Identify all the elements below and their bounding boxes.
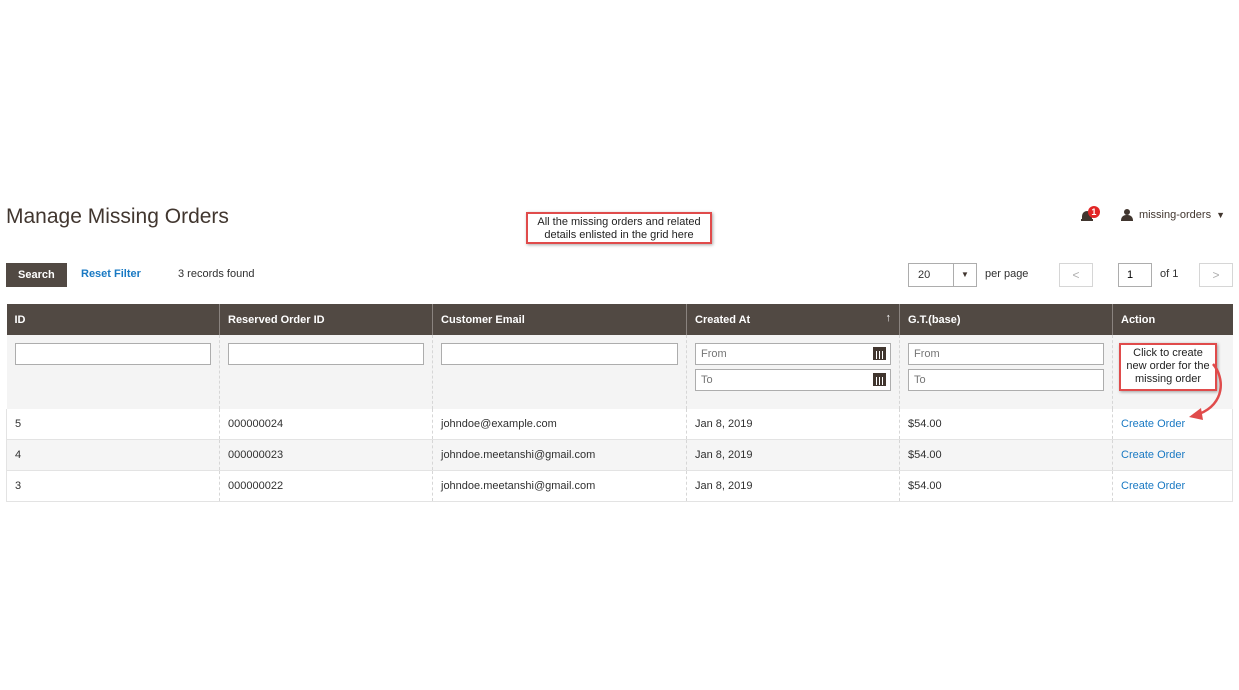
page-title: Manage Missing Orders — [6, 205, 229, 228]
column-header-created-at[interactable]: Created At ↑ — [686, 304, 900, 335]
cell-id: 4 — [6, 439, 220, 471]
created-at-to-input[interactable] — [695, 369, 891, 391]
cell-customer-email: johndoe@example.com — [432, 409, 687, 440]
page-total: of 1 — [1160, 268, 1179, 280]
cell-customer-email: johndoe.meetanshi@gmail.com — [432, 470, 687, 502]
reset-filter-link[interactable]: Reset Filter — [81, 268, 141, 280]
per-page-value: 20 — [918, 269, 931, 281]
cell-reserved-order-id: 000000024 — [219, 409, 433, 440]
id-filter-input[interactable] — [14, 343, 211, 365]
gt-base-from-input[interactable] — [908, 343, 1104, 365]
column-header-action: Action — [1112, 304, 1233, 335]
chevron-down-icon[interactable]: ▼ — [953, 264, 976, 286]
user-menu-name[interactable]: missing-orders — [1139, 209, 1211, 221]
cell-gt-base: $54.00 — [899, 470, 1113, 502]
cell-customer-email: johndoe.meetanshi@gmail.com — [432, 439, 687, 471]
cell-id: 5 — [6, 409, 220, 440]
next-page-button[interactable]: > — [1199, 263, 1233, 287]
calendar-icon[interactable] — [873, 347, 886, 360]
header-actions: 1 missing-orders ▼ — [1080, 206, 1225, 223]
table-row: 4 000000023 johndoe.meetanshi@gmail.com … — [6, 439, 1233, 471]
bell-icon[interactable]: 1 — [1080, 206, 1100, 223]
column-header-created-at-label: Created At — [695, 313, 751, 326]
calendar-icon[interactable] — [873, 373, 886, 386]
reserved-order-id-filter-input[interactable] — [228, 343, 424, 365]
sort-ascending-icon: ↑ — [885, 312, 892, 324]
filter-row — [6, 335, 1233, 409]
chevron-down-icon[interactable]: ▼ — [1216, 210, 1225, 220]
search-button[interactable]: Search — [6, 263, 67, 287]
created-at-from-input[interactable] — [695, 343, 891, 365]
notification-badge: 1 — [1087, 206, 1100, 218]
column-header-customer-email[interactable]: Customer Email — [432, 304, 687, 335]
gt-base-to-input[interactable] — [908, 369, 1104, 391]
cell-reserved-order-id: 000000022 — [219, 470, 433, 502]
cell-reserved-order-id: 000000023 — [219, 439, 433, 471]
create-order-link[interactable]: Create Order — [1121, 418, 1185, 430]
create-order-link[interactable]: Create Order — [1121, 480, 1185, 492]
cell-created-at: Jan 8, 2019 — [686, 409, 900, 440]
cell-gt-base: $54.00 — [899, 439, 1113, 471]
table-row: 5 000000024 johndoe@example.com Jan 8, 2… — [6, 409, 1233, 440]
column-header-gt-base[interactable]: G.T.(base) — [899, 304, 1113, 335]
column-header-id[interactable]: ID — [6, 304, 220, 335]
per-page-select[interactable]: 20 ▼ — [908, 263, 977, 287]
cell-id: 3 — [6, 470, 220, 502]
cell-gt-base: $54.00 — [899, 409, 1113, 440]
customer-email-filter-input[interactable] — [441, 343, 678, 365]
records-count: 3 records found — [178, 268, 255, 280]
grid-toolbar: Search Reset Filter 3 records found 20 ▼… — [6, 263, 1233, 287]
previous-page-button[interactable]: < — [1059, 263, 1093, 287]
cell-created-at: Jan 8, 2019 — [686, 439, 900, 471]
user-icon[interactable] — [1120, 209, 1133, 221]
per-page-label: per page — [985, 268, 1029, 280]
missing-orders-grid: ID Reserved Order ID Customer Email Crea… — [6, 304, 1233, 502]
action-annotation-callout: Click to create new order for the missin… — [1119, 343, 1217, 391]
create-order-link[interactable]: Create Order — [1121, 449, 1185, 461]
cell-created-at: Jan 8, 2019 — [686, 470, 900, 502]
grid-annotation-callout: All the missing orders and related detai… — [526, 212, 712, 244]
grid-header-row: ID Reserved Order ID Customer Email Crea… — [6, 304, 1233, 335]
column-header-reserved-order-id[interactable]: Reserved Order ID — [219, 304, 433, 335]
current-page-input[interactable] — [1118, 263, 1152, 287]
table-row: 3 000000022 johndoe.meetanshi@gmail.com … — [6, 470, 1233, 502]
